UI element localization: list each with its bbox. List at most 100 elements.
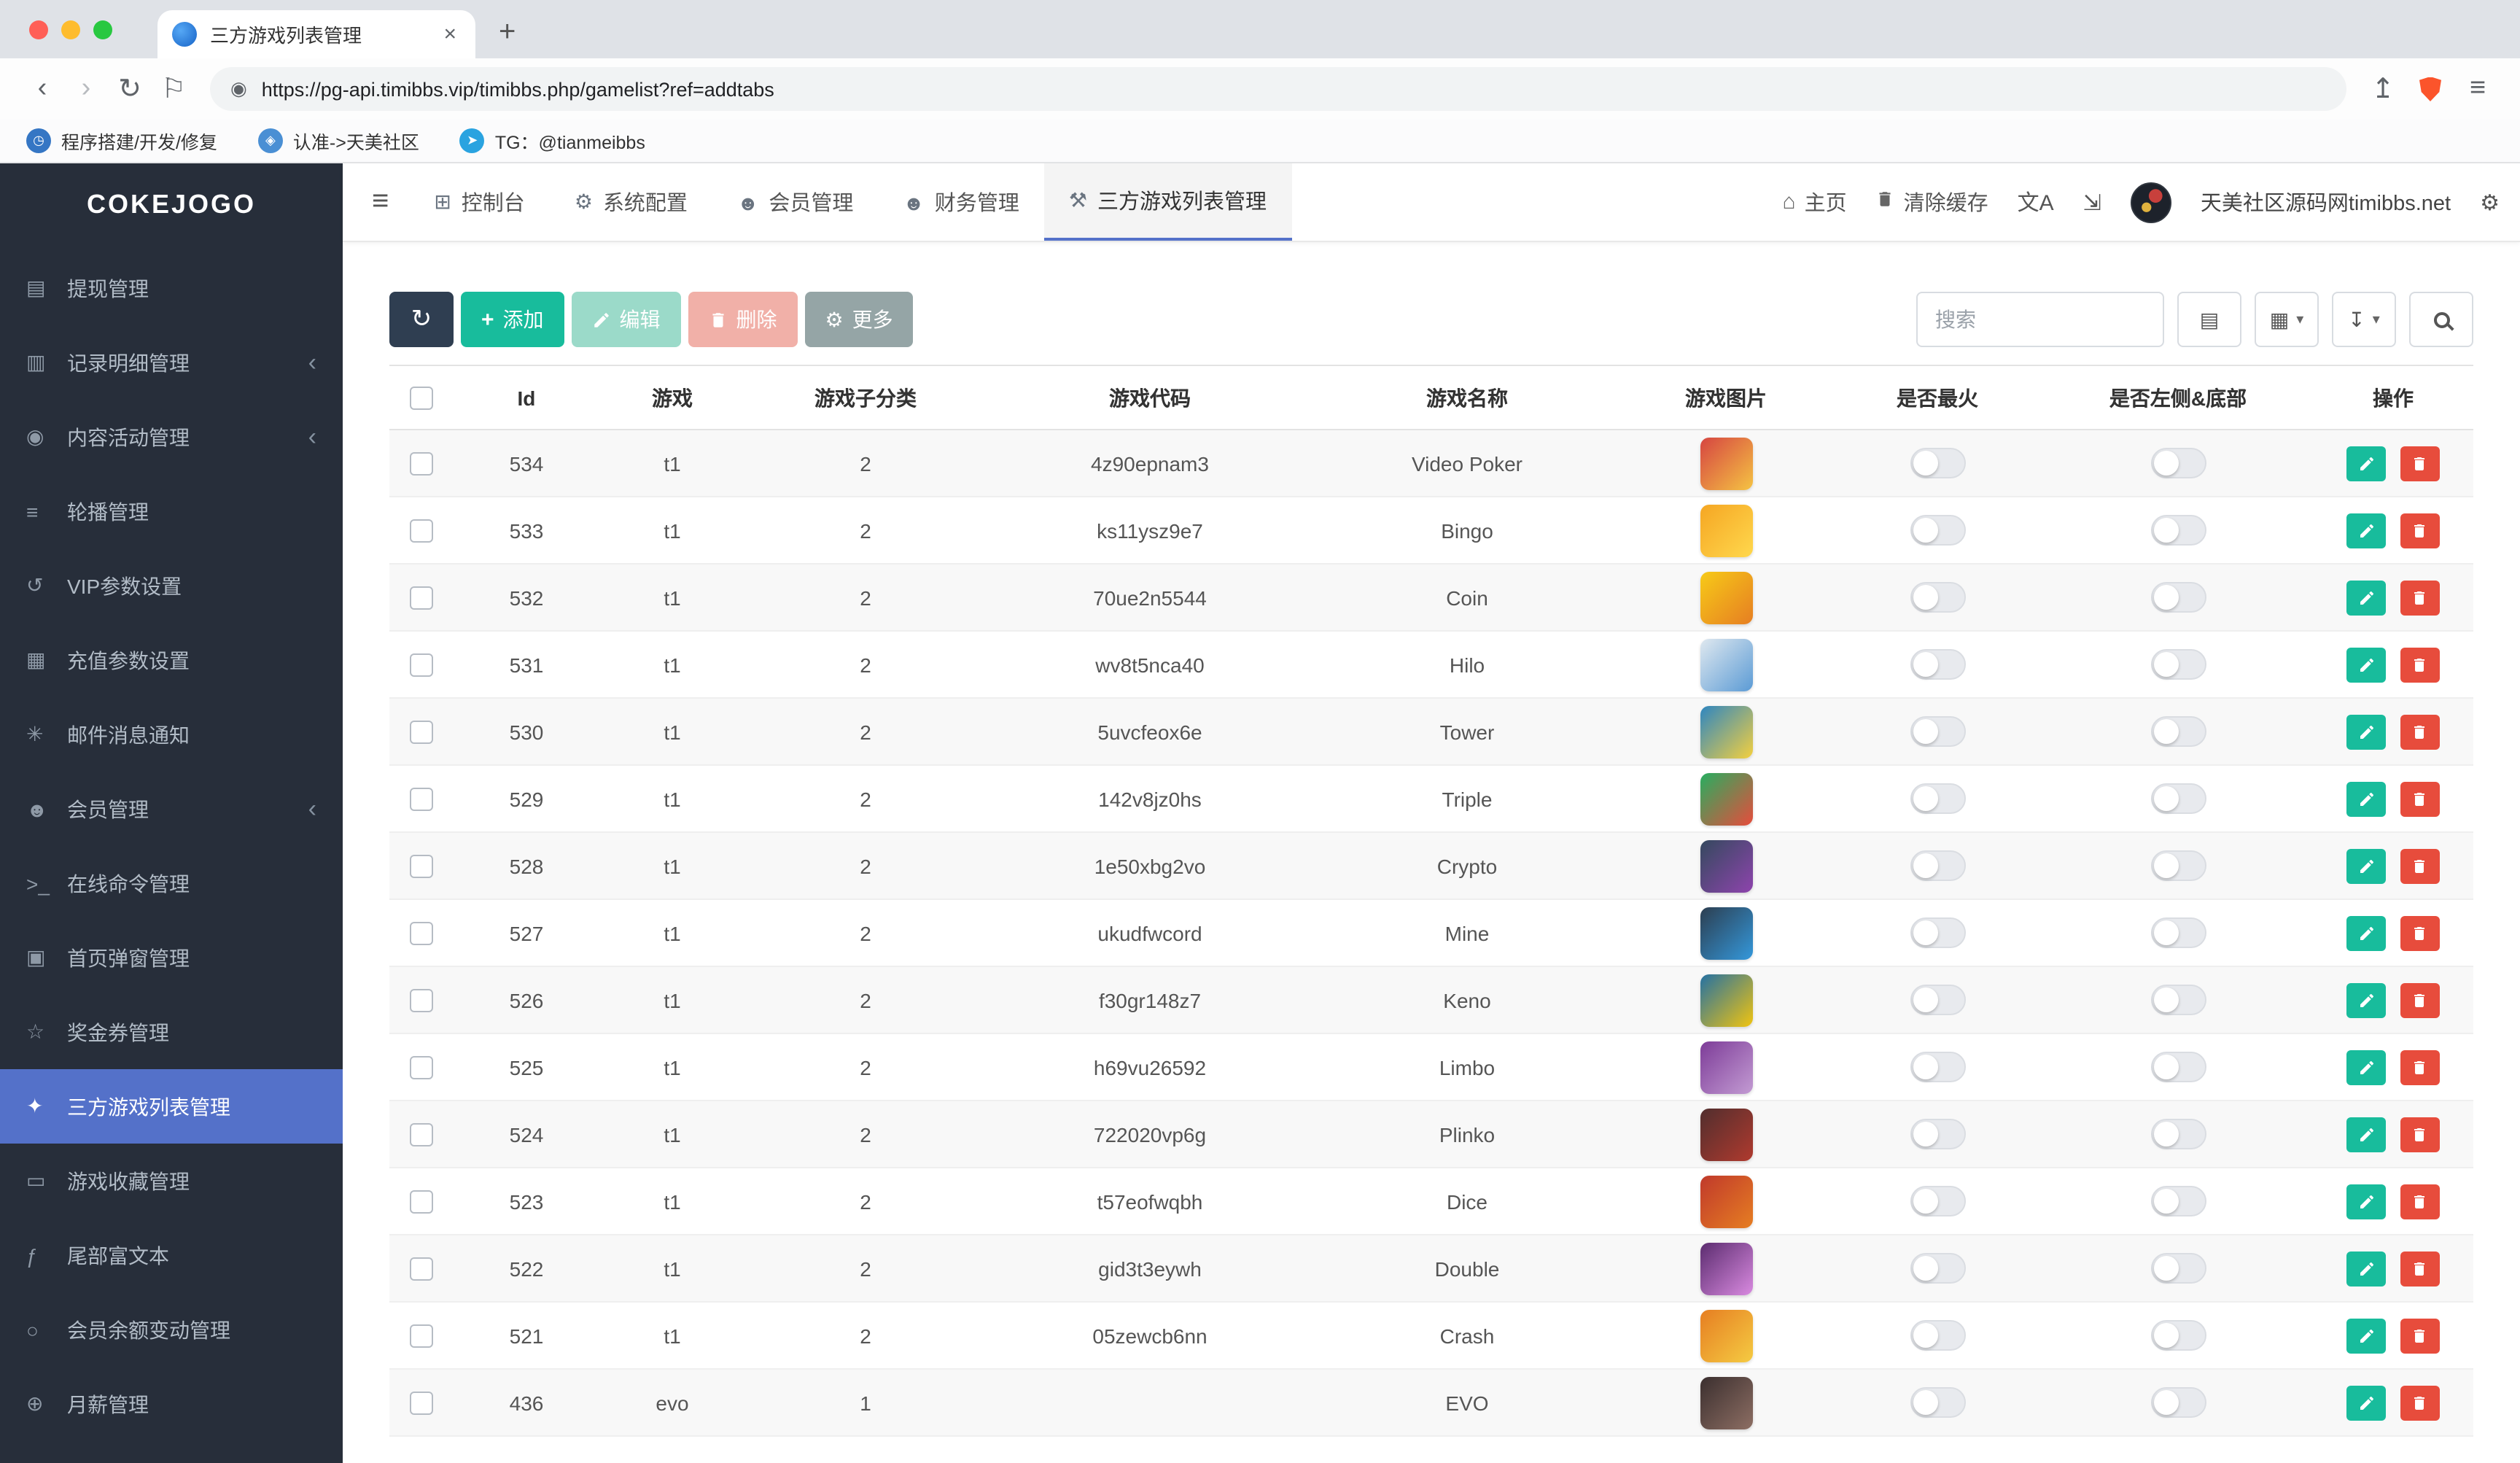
table-row[interactable]: 526 t1 2 f30gr148z7 Keno xyxy=(389,966,2473,1034)
nav-tab[interactable]: ⊞ 控制台 xyxy=(409,163,549,241)
row-delete-button[interactable] xyxy=(2400,1184,2440,1219)
bookmark-item[interactable]: ➤ TG：@tianmeibbs xyxy=(459,127,645,155)
row-checkbox[interactable] xyxy=(410,1392,433,1416)
sidebar-item[interactable]: ↺ VIP参数设置 xyxy=(0,548,343,623)
row-checkbox[interactable] xyxy=(410,855,433,879)
row-delete-button[interactable] xyxy=(2400,915,2440,950)
row-edit-button[interactable] xyxy=(2346,1251,2387,1286)
table-row[interactable]: 525 t1 2 h69vu26592 Limbo xyxy=(389,1033,2473,1101)
table-row[interactable]: 534 t1 2 4z90epnam3 Video Poker xyxy=(389,430,2473,497)
side-bottom-toggle[interactable] xyxy=(2150,515,2206,546)
row-checkbox[interactable] xyxy=(410,989,433,1013)
row-delete-button[interactable] xyxy=(2400,1318,2440,1353)
sidebar-item[interactable]: ƒ 尾部富文本 xyxy=(0,1218,343,1292)
header-subcategory[interactable]: 游戏子分类 xyxy=(745,365,986,430)
new-tab-button[interactable]: + xyxy=(499,16,516,50)
browser-tab[interactable]: 三方游戏列表管理 × xyxy=(158,10,475,58)
username[interactable]: 天美社区源码网timibbs.net xyxy=(2201,187,2451,217)
table-row[interactable]: 523 t1 2 t57eofwqbh Dice xyxy=(389,1168,2473,1235)
browser-menu-icon[interactable]: ≡ xyxy=(2456,73,2500,105)
row-edit-button[interactable] xyxy=(2346,446,2387,481)
side-bottom-toggle[interactable] xyxy=(2150,850,2206,881)
columns-button[interactable]: ▦ ▾ xyxy=(2255,292,2319,347)
row-delete-button[interactable] xyxy=(2400,982,2440,1017)
row-delete-button[interactable] xyxy=(2400,714,2440,749)
hot-toggle[interactable] xyxy=(1910,1387,1965,1418)
side-bottom-toggle[interactable] xyxy=(2150,1387,2206,1418)
sidebar-item[interactable]: ◉ 内容活动管理 ‹ xyxy=(0,400,343,474)
gear-icon[interactable]: ⚙ xyxy=(2480,189,2500,215)
side-bottom-toggle[interactable] xyxy=(2150,1186,2206,1216)
edit-button[interactable]: 编辑 xyxy=(571,292,681,347)
home-link[interactable]: ⌂ 主页 xyxy=(1783,187,1847,217)
row-edit-button[interactable] xyxy=(2346,513,2387,548)
url-bar[interactable]: ◉ https://pg-api.timibbs.vip/timibbs.php… xyxy=(210,67,2346,111)
hot-toggle[interactable] xyxy=(1910,716,1965,747)
side-bottom-toggle[interactable] xyxy=(2150,1119,2206,1149)
hot-toggle[interactable] xyxy=(1910,1186,1965,1216)
hot-toggle[interactable] xyxy=(1910,985,1965,1015)
row-checkbox[interactable] xyxy=(410,519,433,543)
side-bottom-toggle[interactable] xyxy=(2150,582,2206,613)
table-row[interactable]: 527 t1 2 ukudfwcord Mine xyxy=(389,899,2473,967)
sidebar-item[interactable]: >_ 在线命令管理 xyxy=(0,846,343,920)
hot-toggle[interactable] xyxy=(1910,917,1965,948)
hot-toggle[interactable] xyxy=(1910,1119,1965,1149)
row-checkbox[interactable] xyxy=(410,653,433,678)
row-edit-button[interactable] xyxy=(2346,1385,2387,1420)
side-bottom-toggle[interactable] xyxy=(2150,985,2206,1015)
table-row[interactable]: 436 evo 1 EVO xyxy=(389,1369,2473,1437)
clear-cache-link[interactable]: 清除缓存 xyxy=(1876,187,1988,217)
site-settings-icon[interactable]: ◉ xyxy=(230,77,247,101)
row-delete-button[interactable] xyxy=(2400,781,2440,816)
side-bottom-toggle[interactable] xyxy=(2150,917,2206,948)
header-code[interactable]: 游戏代码 xyxy=(986,365,1314,430)
sidebar-item[interactable]: ▣ 首页弹窗管理 xyxy=(0,920,343,995)
row-checkbox[interactable] xyxy=(410,922,433,946)
avatar[interactable] xyxy=(2130,182,2171,222)
row-edit-button[interactable] xyxy=(2346,915,2387,950)
delete-button[interactable]: 删除 xyxy=(688,292,798,347)
minimize-window-button[interactable] xyxy=(61,20,80,39)
row-edit-button[interactable] xyxy=(2346,848,2387,883)
hot-toggle[interactable] xyxy=(1910,448,1965,478)
row-edit-button[interactable] xyxy=(2346,647,2387,682)
brave-shield-icon[interactable] xyxy=(2419,77,2441,101)
row-checkbox[interactable] xyxy=(410,1257,433,1281)
hot-toggle[interactable] xyxy=(1910,1253,1965,1284)
row-delete-button[interactable] xyxy=(2400,647,2440,682)
select-all-checkbox[interactable] xyxy=(410,387,433,411)
header-game[interactable]: 游戏 xyxy=(599,365,745,430)
header-name[interactable]: 游戏名称 xyxy=(1314,365,1620,430)
table-row[interactable]: 529 t1 2 142v8jz0hs Triple xyxy=(389,765,2473,833)
row-edit-button[interactable] xyxy=(2346,1184,2387,1219)
side-bottom-toggle[interactable] xyxy=(2150,649,2206,680)
row-edit-button[interactable] xyxy=(2346,1117,2387,1152)
export-button[interactable]: ↧ ▾ xyxy=(2332,292,2396,347)
side-bottom-toggle[interactable] xyxy=(2150,783,2206,814)
row-checkbox[interactable] xyxy=(410,452,433,476)
nav-tab[interactable]: ⚒ 三方游戏列表管理 xyxy=(1043,163,1291,241)
row-delete-button[interactable] xyxy=(2400,513,2440,548)
nav-tab[interactable]: ☻ 会员管理 xyxy=(712,163,878,241)
row-delete-button[interactable] xyxy=(2400,580,2440,615)
side-bottom-toggle[interactable] xyxy=(2150,1253,2206,1284)
sidebar-item[interactable]: ⊕ 月薪管理 xyxy=(0,1367,343,1441)
side-bottom-toggle[interactable] xyxy=(2150,1052,2206,1082)
row-checkbox[interactable] xyxy=(410,586,433,610)
hot-toggle[interactable] xyxy=(1910,582,1965,613)
sidebar-item[interactable]: ▦ 充值参数设置 xyxy=(0,623,343,697)
side-bottom-toggle[interactable] xyxy=(2150,716,2206,747)
row-checkbox[interactable] xyxy=(410,721,433,745)
hot-toggle[interactable] xyxy=(1910,850,1965,881)
row-checkbox[interactable] xyxy=(410,1324,433,1348)
bookmark-item[interactable]: ◷ 程序搭建/开发/修复 xyxy=(26,127,217,155)
hot-toggle[interactable] xyxy=(1910,1320,1965,1351)
collapse-sidebar-icon[interactable]: ≡ xyxy=(351,163,409,241)
search-input[interactable] xyxy=(1916,292,2164,347)
table-search-button[interactable] xyxy=(2409,292,2473,347)
table-row[interactable]: 530 t1 2 5uvcfeox6e Tower xyxy=(389,698,2473,766)
reload-icon[interactable]: ↻ xyxy=(108,72,152,106)
row-delete-button[interactable] xyxy=(2400,848,2440,883)
row-edit-button[interactable] xyxy=(2346,714,2387,749)
